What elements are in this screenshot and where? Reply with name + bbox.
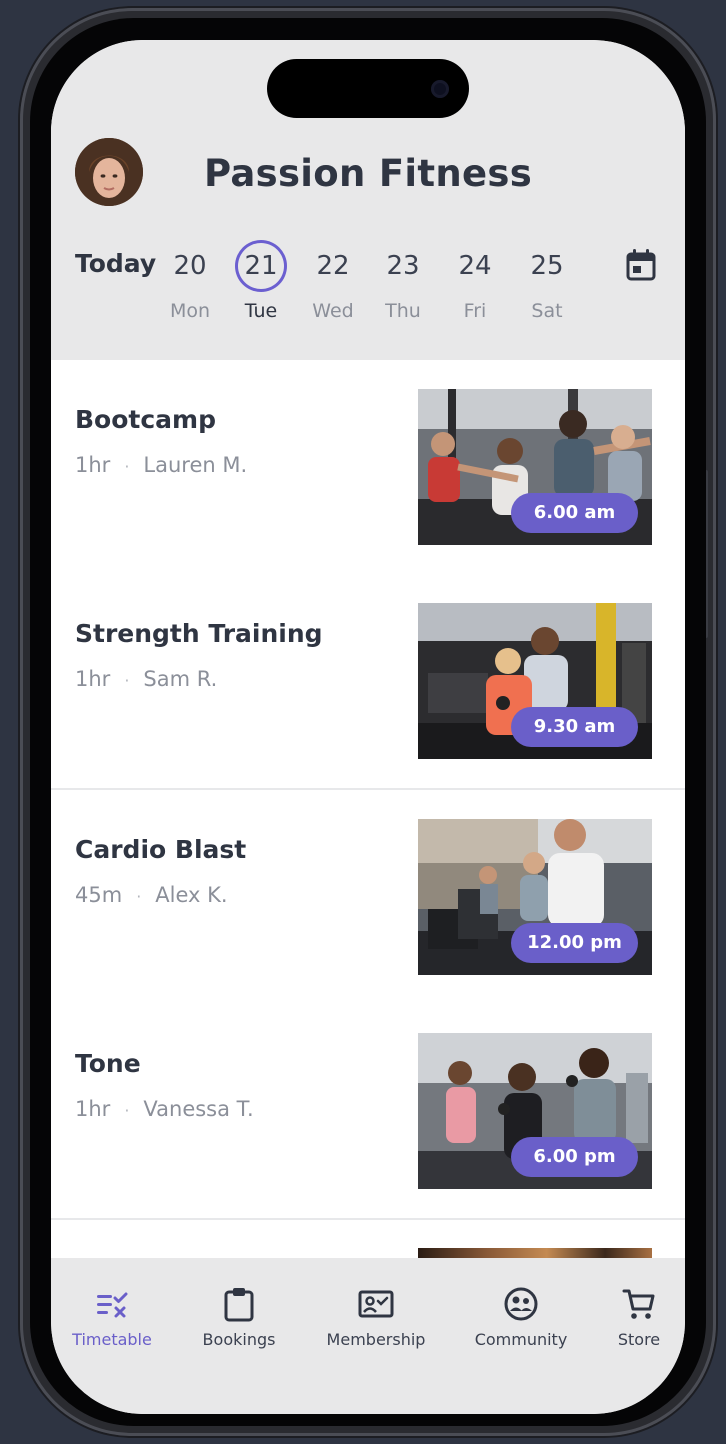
avatar[interactable]	[75, 138, 143, 206]
calendar-icon[interactable]	[625, 248, 657, 282]
tab-label: Bookings	[202, 1330, 276, 1349]
bottom-nav: Timetable Bookings Membership Community …	[51, 1258, 685, 1414]
day-sat[interactable]: 25 Sat	[517, 240, 577, 322]
day-name: Thu	[385, 300, 421, 322]
meta-separator: ·	[124, 671, 130, 690]
class-instructor: Sam R.	[143, 667, 218, 691]
app-screen: Passion Fitness Today 20 Mon 21 Tue 22 W…	[51, 40, 685, 1414]
class-card-tone[interactable]: Tone 1hr · Vanessa T. 6.00 pm	[51, 1004, 685, 1218]
today-button[interactable]: Today	[75, 249, 156, 278]
day-wed[interactable]: 22 Wed	[303, 240, 363, 322]
tab-membership[interactable]: Membership	[316, 1286, 436, 1349]
day-number: 25	[530, 251, 564, 281]
day-fri[interactable]: 24 Fri	[445, 240, 505, 322]
tab-label: Timetable	[72, 1330, 152, 1349]
class-card-bootcamp[interactable]: Bootcamp 1hr · Lauren M. 6.00 am	[51, 360, 685, 574]
class-meta: 1hr · Lauren M.	[75, 453, 247, 477]
class-instructor: Alex K.	[155, 883, 228, 907]
class-meta: 45m · Alex K.	[75, 883, 228, 907]
avatar-portrait-icon	[75, 138, 143, 206]
meta-separator: ·	[136, 887, 142, 906]
class-name: Strength Training	[75, 619, 323, 648]
meta-separator: ·	[124, 1101, 130, 1120]
class-duration: 45m	[75, 883, 123, 907]
class-time-badge: 12.00 pm	[511, 923, 638, 963]
clipboard-icon	[224, 1288, 254, 1322]
list-divider	[51, 1218, 685, 1220]
tab-store[interactable]: Store	[579, 1286, 685, 1349]
class-instructor: Vanessa T.	[143, 1097, 254, 1121]
day-name: Tue	[244, 300, 278, 322]
class-meta: 1hr · Vanessa T.	[75, 1097, 254, 1121]
community-icon	[504, 1287, 538, 1321]
day-thu[interactable]: 23 Thu	[373, 240, 433, 322]
day-number: 22	[316, 251, 350, 281]
meta-separator: ·	[124, 457, 130, 476]
class-card-cardio-blast[interactable]: Cardio Blast 45m · Alex K. 12.00 pm	[51, 790, 685, 1004]
class-list: Bootcamp 1hr · Lauren M. 6.00 am Strengt…	[51, 360, 685, 1268]
tab-label: Community	[474, 1330, 568, 1349]
class-card-strength-training[interactable]: Strength Training 1hr · Sam R. 9.30 am	[51, 574, 685, 788]
class-duration: 1hr	[75, 1097, 111, 1121]
page-title: Passion Fitness	[203, 152, 533, 195]
class-time-badge: 6.00 am	[511, 493, 638, 533]
day-name: Fri	[463, 300, 487, 322]
day-tue-selected[interactable]: 21 Tue	[231, 240, 291, 322]
day-mon[interactable]: 20 Mon	[160, 240, 220, 322]
dynamic-island	[267, 59, 469, 118]
class-duration: 1hr	[75, 453, 111, 477]
day-number: 21	[235, 240, 287, 292]
class-duration: 1hr	[75, 667, 111, 691]
class-name: Cardio Blast	[75, 835, 247, 864]
tab-community[interactable]: Community	[461, 1286, 581, 1349]
class-time-badge: 9.30 am	[511, 707, 638, 747]
camera-icon	[431, 80, 449, 98]
class-time-badge: 6.00 pm	[511, 1137, 638, 1177]
tab-label: Membership	[326, 1330, 426, 1349]
tab-timetable[interactable]: Timetable	[52, 1286, 172, 1349]
class-name: Tone	[75, 1049, 141, 1078]
cart-icon	[622, 1289, 655, 1319]
timetable-icon	[97, 1292, 128, 1318]
day-name: Sat	[531, 300, 563, 322]
class-instructor: Lauren M.	[143, 453, 248, 477]
day-number: 20	[173, 251, 207, 281]
id-card-icon	[358, 1290, 394, 1318]
day-number: 24	[458, 251, 492, 281]
day-name: Wed	[312, 300, 354, 322]
day-name: Mon	[169, 300, 211, 322]
day-number: 23	[386, 251, 420, 281]
class-name: Bootcamp	[75, 405, 216, 434]
tab-label: Store	[617, 1330, 661, 1349]
tab-bookings[interactable]: Bookings	[179, 1286, 299, 1349]
class-meta: 1hr · Sam R.	[75, 667, 217, 691]
